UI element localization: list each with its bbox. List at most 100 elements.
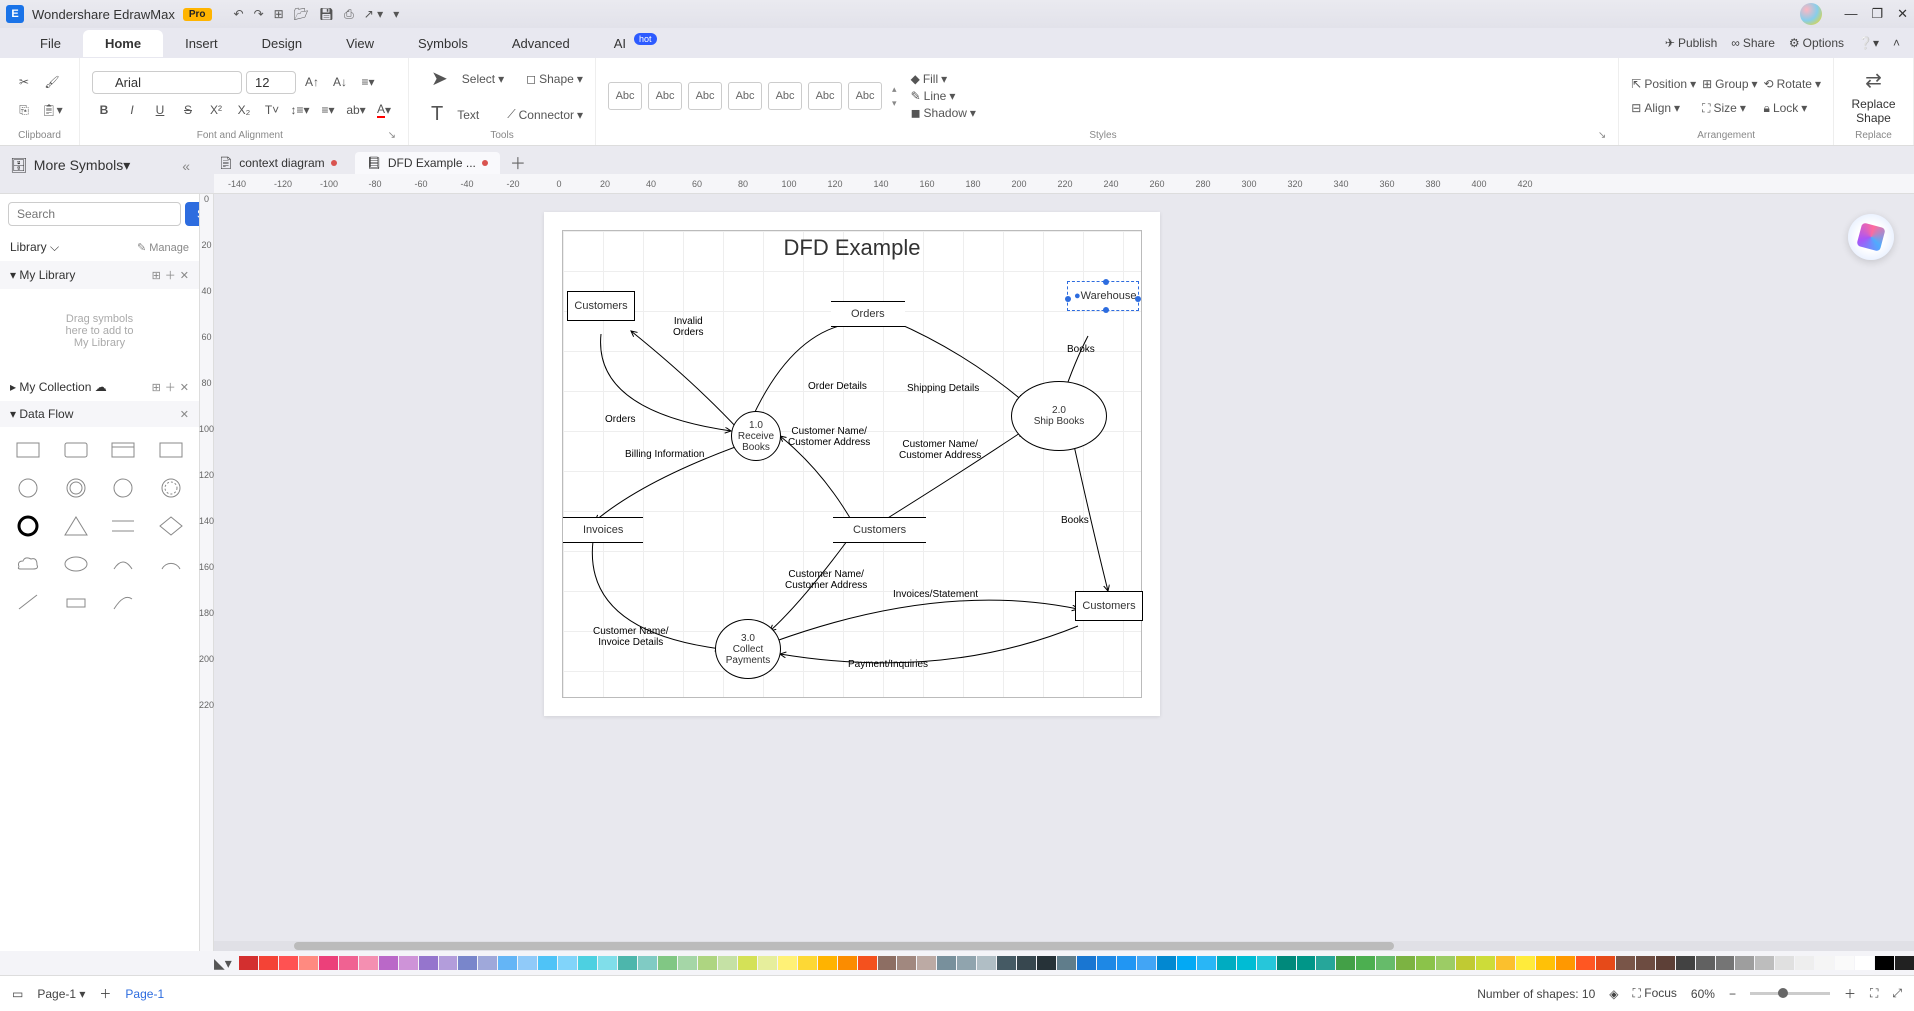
color-swatch[interactable] [818,956,837,970]
style-option[interactable]: Abc [688,82,722,110]
manage-button[interactable]: ✎ Manage [137,241,189,254]
color-swatch[interactable] [878,956,897,970]
color-swatch[interactable] [1217,956,1236,970]
fill-button[interactable]: ◆ Fill ▾ [911,72,976,86]
data-flow-section[interactable]: ▾ Data Flow [10,407,73,421]
color-swatch[interactable] [738,956,757,970]
color-swatch[interactable] [1476,956,1495,970]
position-button[interactable]: ⇱ Position ▾ [1631,77,1696,91]
styles-up[interactable]: ▴ [892,84,897,95]
color-swatch[interactable] [1755,956,1774,970]
color-swatch[interactable] [518,956,537,970]
connector-tool[interactable]: ⟋ Connector ▾ [507,107,583,122]
replace-shape-button[interactable]: ⇄Replace Shape [1841,64,1905,129]
shape-double-circle[interactable] [54,471,98,505]
tab-context-diagram[interactable]: 📄︎context diagram [206,152,349,174]
open-icon[interactable]: 📂︎ [294,7,309,22]
flow-label[interactable]: Books [1061,515,1089,526]
style-option[interactable]: Abc [768,82,802,110]
color-swatch[interactable] [1336,956,1355,970]
color-swatch[interactable] [1257,956,1276,970]
style-option[interactable]: Abc [808,82,842,110]
flow-label[interactable]: Customer Name/ Customer Address [899,439,981,461]
fit-page-icon[interactable]: ⛶ [1870,986,1878,1001]
underline-icon[interactable]: U [148,98,172,122]
flow-label[interactable]: Customer Name/ Customer Address [788,426,870,448]
shape-circle-bold[interactable] [6,509,50,543]
menu-symbols[interactable]: Symbols [396,30,490,57]
lib-add-icon[interactable]: ＋ [165,267,176,283]
page-tab[interactable]: Page-1 ▾ [37,987,85,1001]
menu-file[interactable]: File [18,30,83,57]
color-swatch[interactable] [977,956,996,970]
h-scrollbar[interactable] [214,941,1914,951]
color-swatch[interactable] [718,956,737,970]
color-swatch[interactable] [957,956,976,970]
store-customers[interactable]: Customers [833,517,926,543]
entity-warehouse[interactable]: ●Warehouse [1067,281,1139,311]
select-dropdown[interactable]: Select ▾ [462,72,504,86]
color-swatch[interactable] [538,956,557,970]
style-option[interactable]: Abc [848,82,882,110]
color-swatch[interactable] [259,956,278,970]
color-swatch[interactable] [1576,956,1595,970]
color-swatch[interactable] [1416,956,1435,970]
font-select[interactable]: 🔍︎Arial [92,71,242,94]
process-receive[interactable]: 1.0Receive Books [731,411,781,461]
color-swatch[interactable] [1456,956,1475,970]
select-tool[interactable]: ➤ [421,62,458,95]
page-tab-active[interactable]: Page-1 [125,987,164,1001]
print-icon[interactable]: ⎙ [344,7,354,22]
group-button[interactable]: ⊞ Group ▾ [1702,77,1757,91]
df-close-icon[interactable]: ✕ [180,408,189,421]
my-collection-section[interactable]: ▸ My Collection ☁ [10,380,107,394]
shape-arc[interactable] [102,547,146,581]
shape-rect-round[interactable] [54,433,98,467]
page-layout-icon[interactable]: ▭ [12,987,23,1001]
export-icon[interactable]: ↗ ▾ [364,7,383,22]
zoom-in-button[interactable]: ＋ [1844,985,1856,1002]
sidebar-title[interactable]: More Symbols▾ [34,157,131,174]
collapse-sidebar-icon[interactable]: « [182,158,190,174]
save-icon[interactable]: 💾︎ [319,7,334,22]
flow-label[interactable]: Invoices/Statement [893,589,978,600]
color-swatch[interactable] [1875,956,1894,970]
color-swatch[interactable] [1237,956,1256,970]
store-invoices[interactable]: Invoices [563,517,643,543]
color-swatch[interactable] [1795,956,1814,970]
process-ship[interactable]: 2.0Ship Books [1011,381,1107,451]
shape-half-circle[interactable] [149,547,193,581]
format-painter-icon[interactable]: 🖌︎ [40,70,64,94]
color-swatch[interactable] [239,956,258,970]
close-button[interactable]: ✕ [1897,6,1908,22]
color-swatch[interactable] [1017,956,1036,970]
align-button[interactable]: ⊟ Align ▾ [1631,101,1696,115]
process-collect[interactable]: 3.0Collect Payments [715,619,781,679]
color-swatch[interactable] [1376,956,1395,970]
search-button[interactable]: Search [185,202,200,226]
lib-grid-icon[interactable]: ⊞ [152,269,161,282]
color-swatch[interactable] [478,956,497,970]
color-swatch[interactable] [1077,956,1096,970]
color-swatch[interactable] [1137,956,1156,970]
color-swatch[interactable] [1596,956,1615,970]
library-dropdown[interactable]: Library ⌵ [10,240,59,255]
my-library-section[interactable]: ▾ My Library [10,268,75,282]
lock-button[interactable]: 🔒︎ Lock ▾ [1764,101,1821,116]
shadow-button[interactable]: ◼ Shadow ▾ [911,106,976,120]
shape-rect[interactable] [6,433,50,467]
case-icon[interactable]: T˅ [260,98,284,122]
bullets-icon[interactable]: ≡▾ [316,98,340,122]
shape-ellipse[interactable] [54,547,98,581]
color-swatch[interactable] [359,956,378,970]
color-swatch[interactable] [1157,956,1176,970]
ai-assistant-button[interactable] [1848,214,1894,260]
tab-dfd-example[interactable]: 📘︎DFD Example ... [355,152,500,174]
bold-icon[interactable]: B [92,98,116,122]
coll-close-icon[interactable]: ✕ [180,381,189,394]
color-swatch[interactable] [778,956,797,970]
font-color-icon[interactable]: A▾ [372,98,396,122]
color-swatch[interactable] [658,956,677,970]
library-drop-area[interactable]: Drag symbols here to add to My Library [0,289,199,373]
color-swatch[interactable] [1676,956,1695,970]
